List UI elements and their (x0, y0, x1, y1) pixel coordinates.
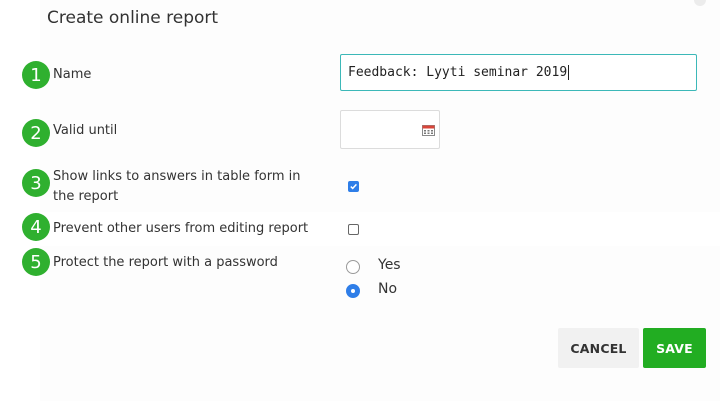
prevent-editing-checkbox[interactable] (348, 224, 359, 235)
prevent-editing-label: Prevent other users from editing report (53, 221, 309, 236)
step-badge-5: 5 (22, 248, 50, 276)
password-protect-label: Protect the report with a password (53, 255, 278, 270)
password-yes-radio[interactable] (346, 260, 360, 274)
name-input[interactable]: Feedback: Lyyti seminar 2019 (340, 54, 697, 91)
checkmark-icon (350, 183, 357, 190)
valid-until-date-input[interactable] (340, 110, 440, 149)
text-caret (568, 65, 570, 80)
table-links-label-line1: Show links to answers in table form in (53, 169, 301, 184)
save-button[interactable]: SAVE (643, 328, 706, 368)
calendar-icon[interactable] (422, 125, 435, 136)
password-no-radio[interactable] (346, 284, 360, 298)
step-badge-4: 4 (22, 213, 50, 241)
step-badge-2: 2 (22, 119, 50, 147)
cancel-button[interactable]: CANCEL (558, 328, 639, 368)
password-yes-label[interactable]: Yes (378, 257, 401, 273)
name-input-value: Feedback: Lyyti seminar 2019 (348, 65, 568, 80)
step-badge-1: 1 (22, 61, 50, 89)
table-links-label-line2: the report (53, 189, 119, 204)
dialog-title: Create online report (47, 8, 219, 28)
valid-until-label: Valid until (53, 123, 118, 138)
password-no-label[interactable]: No (378, 281, 397, 297)
table-links-checkbox[interactable] (348, 181, 359, 192)
name-label: Name (53, 67, 92, 82)
step-badge-3: 3 (22, 169, 50, 197)
